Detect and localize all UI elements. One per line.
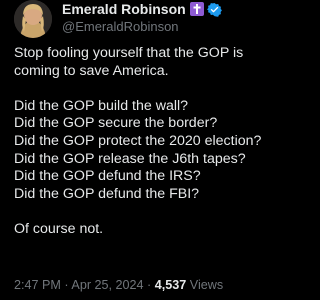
verified-check-icon (206, 2, 222, 17)
tweet-text: Stop fooling yourself that the GOP is co… (14, 45, 280, 239)
tweet-question-line: Did the GOP release the J6th tapes? (14, 150, 246, 167)
tweet-meta: 2:47 PM · Apr 25, 2024 · 4,537 Views (14, 278, 223, 292)
avatar[interactable] (14, 0, 52, 38)
author-names: Emerald Robinson @EmeraldRobinson (62, 0, 222, 34)
views-count[interactable]: 4,537 (155, 278, 187, 292)
name-row: Emerald Robinson (62, 0, 222, 18)
meta-separator: · (64, 278, 69, 292)
tweet-card: Emerald Robinson @EmeraldRobinson Stop f… (0, 0, 284, 300)
tweet-conclusion: Of course not. (14, 220, 104, 237)
tweet-question-line: Did the GOP defund the IRS? (14, 168, 201, 185)
tweet-question-line: Did the GOP secure the border? (14, 115, 218, 132)
tweet-intro-line: Stop fooling yourself that the GOP is (14, 45, 244, 61)
author-handle[interactable]: @EmeraldRobinson (62, 19, 222, 34)
meta-separator: · (147, 278, 152, 292)
tweet-intro-line: coming to save America. (14, 62, 169, 79)
views-label: Views (189, 278, 224, 292)
tweet-time[interactable]: 2:47 PM (14, 278, 61, 292)
display-name[interactable]: Emerald Robinson (62, 1, 186, 17)
tweet-question-line: Did the GOP defund the FBI? (14, 185, 200, 202)
tweet-header: Emerald Robinson @EmeraldRobinson (14, 0, 276, 40)
tweet-question-line: Did the GOP protect the 2020 election? (14, 132, 262, 149)
tweet-question-line: Did the GOP build the wall? (14, 97, 189, 114)
tweet-date[interactable]: Apr 25, 2024 (71, 278, 143, 292)
cross-badge-icon (189, 2, 204, 16)
